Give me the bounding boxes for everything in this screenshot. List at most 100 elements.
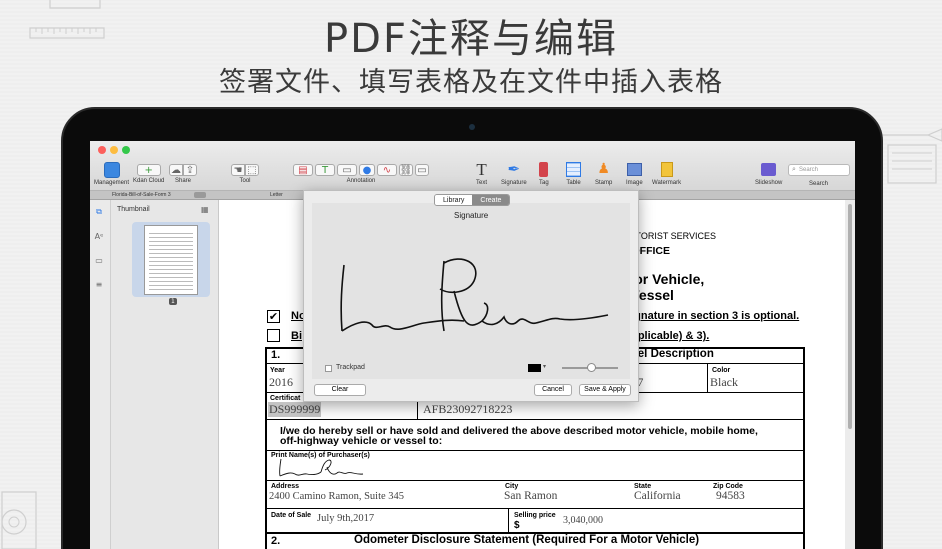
- tab-library[interactable]: Library: [435, 195, 473, 205]
- cloud-icon: +: [136, 164, 161, 176]
- toolbar: Management + Kdan Cloud ☁ ⇪ Share ☚ ⬚ To…: [90, 141, 855, 191]
- tape-sketch: [1, 491, 37, 549]
- annotation-group[interactable]: ▤ T ▭ ● ∿ ⛓ ▭ Annotation: [293, 164, 429, 184]
- signature-mode-segmented: Library Create: [434, 194, 511, 206]
- freehand-icon: ∿: [377, 164, 397, 176]
- management-icon: [103, 162, 120, 178]
- rectangle-icon: ▭: [337, 164, 357, 176]
- select-tool-icon: ⬚: [245, 164, 259, 176]
- clear-button[interactable]: Clear: [314, 384, 366, 396]
- page-thumbnail[interactable]: [132, 222, 210, 297]
- purchaser-signature: [279, 458, 364, 477]
- search-input[interactable]: Search: [788, 164, 850, 176]
- selling-price-label: Selling price: [514, 512, 556, 519]
- certificate-label: Certificat: [270, 395, 301, 402]
- highlight-icon: ▤: [293, 164, 313, 176]
- ink-color-swatch[interactable]: [528, 364, 541, 372]
- app-window: Management + Kdan Cloud ☁ ⇪ Share ☚ ⬚ To…: [90, 141, 855, 549]
- shape-color-icon: ●: [359, 164, 375, 176]
- drawn-signature: [340, 258, 609, 332]
- color-divider: [707, 364, 708, 393]
- trackpad-checkbox[interactable]: [325, 365, 332, 372]
- minimize-window-button[interactable]: [110, 146, 118, 154]
- share-label: Share: [174, 178, 191, 184]
- image-button[interactable]: Image: [626, 161, 643, 186]
- signature-pad[interactable]: [312, 203, 630, 379]
- dialog-title: Signature: [454, 211, 489, 220]
- text-icon: T: [476, 160, 487, 179]
- list-icon[interactable]: ≡: [94, 280, 104, 290]
- save-apply-button[interactable]: Save & Apply: [579, 384, 631, 396]
- stamp-icon: ♟: [597, 161, 610, 177]
- tool-button[interactable]: ☚ ⬚ Tool: [231, 164, 259, 184]
- no-title-text: signature in section 3 is optional.: [625, 310, 800, 322]
- signature-label: Signature: [501, 180, 527, 186]
- selling-price-currency: $: [514, 520, 520, 531]
- table-icon: [566, 162, 581, 177]
- scrollbar-thumb[interactable]: [848, 204, 852, 429]
- tool-label: Tool: [239, 178, 251, 184]
- page-headline: PDF注释与编辑: [324, 16, 618, 62]
- date-of-sale-value: July 9th,2017: [317, 513, 375, 524]
- watermark-button[interactable]: Watermark: [652, 161, 681, 186]
- table-button[interactable]: Table: [566, 161, 581, 186]
- signature-button[interactable]: ✒ Signature: [501, 160, 527, 187]
- hand-tool-icon: ☚: [231, 164, 245, 176]
- kdan-cloud-button[interactable]: + Kdan Cloud: [133, 164, 164, 184]
- close-window-button[interactable]: [98, 146, 106, 154]
- management-label: Management: [94, 180, 130, 186]
- city-value: San Ramon: [504, 490, 558, 502]
- color-dropdown-icon[interactable]: ▾: [543, 363, 546, 370]
- signature-pen-icon: ✒: [507, 160, 521, 178]
- section-2-title: Odometer Disclosure Statement (Required …: [354, 534, 700, 546]
- slideshow-button[interactable]: Slideshow: [755, 161, 782, 186]
- tag-icon: [539, 162, 549, 177]
- camera-dot: [469, 124, 475, 130]
- year-label: Year: [270, 367, 285, 374]
- thumbnail-panel: Thumbnail ▦ 1: [111, 200, 219, 549]
- state-value: California: [634, 490, 681, 502]
- thumbnail-sheet: [144, 225, 198, 295]
- cancel-button[interactable]: Cancel: [534, 384, 572, 396]
- zip-value: 94583: [716, 490, 745, 502]
- checkbox-no-title[interactable]: ✔: [267, 310, 280, 323]
- checkbox-bill-of-sale[interactable]: [267, 329, 280, 342]
- outline-icon[interactable]: Aᵉ: [94, 232, 104, 242]
- share-button[interactable]: ☁ ⇪ Share: [169, 164, 197, 184]
- thumbnail-view-icon[interactable]: ⧉: [94, 207, 104, 217]
- tab-create[interactable]: Create: [472, 195, 510, 205]
- page-number-badge: 1: [169, 298, 177, 305]
- signature-dialog: Library Create Signature Trackpad ▾ Clea…: [303, 190, 639, 402]
- tag-label: Tag: [539, 180, 549, 186]
- tab-close-icon[interactable]: [194, 192, 206, 198]
- year-value: 2016: [269, 375, 293, 389]
- price-divider: [508, 509, 509, 532]
- slideshow-label: Slideshow: [755, 180, 783, 186]
- color-label: Color: [712, 367, 731, 374]
- image-icon: [626, 163, 642, 176]
- certificate-value: DS999999: [268, 402, 322, 417]
- date-of-sale-label: Date of Sale: [271, 512, 312, 519]
- management-button[interactable]: Management: [94, 162, 129, 186]
- state-label: State: [634, 483, 652, 490]
- tag-button[interactable]: Tag: [539, 161, 549, 186]
- thumbnail-title: Thumbnail: [117, 206, 150, 213]
- image-label: Image: [626, 180, 643, 186]
- stamp-button[interactable]: ♟ Stamp: [595, 161, 612, 186]
- sidebar-rail: ⧉ Aᵉ ▭ ≡: [90, 200, 111, 549]
- trackpad-label: Trackpad: [336, 364, 365, 371]
- note-icon: ▭: [415, 164, 429, 176]
- section-1-number: 1.: [271, 349, 281, 361]
- section-2-number: 2.: [271, 535, 281, 547]
- statement-line-2: off-highway vehicle or vessel to:: [280, 435, 443, 447]
- search-label: Search: [809, 181, 829, 187]
- vertical-scrollbar[interactable]: [845, 200, 855, 549]
- bookmark-icon[interactable]: ▭: [94, 256, 104, 266]
- color-value: Black: [710, 375, 738, 389]
- zip-label: Zip Code: [713, 483, 743, 490]
- grid-view-icon[interactable]: ▦: [201, 205, 209, 214]
- thickness-slider-knob[interactable]: [587, 363, 596, 372]
- zoom-window-button[interactable]: [122, 146, 130, 154]
- page-subheadline: 签署文件、填写表格及在文件中插入表格: [219, 67, 723, 98]
- text-button[interactable]: T Text: [476, 161, 487, 186]
